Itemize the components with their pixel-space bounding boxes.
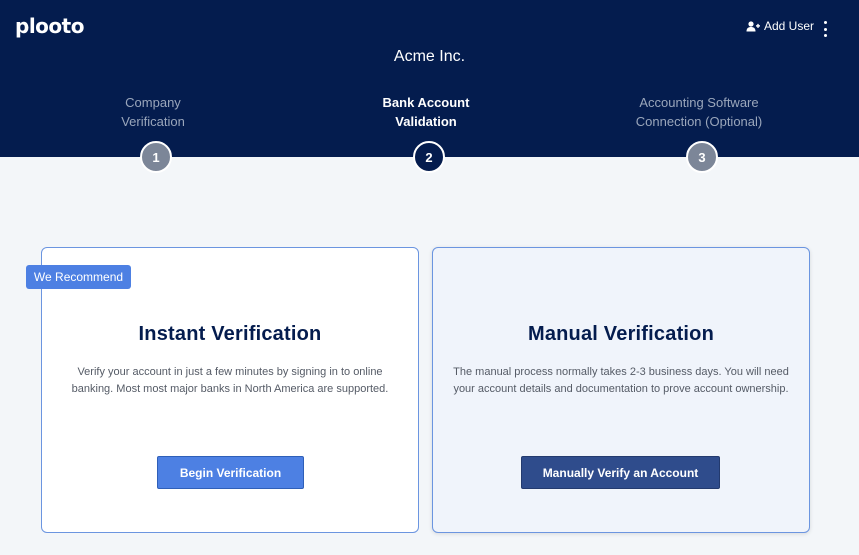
step-1-label: Company Verification (121, 95, 185, 129)
add-user-icon (746, 20, 760, 32)
manual-verification-title: Manual Verification (527, 323, 715, 345)
step-2-indicator: 2 (413, 141, 445, 173)
plooto-logo[interactable]: plooto (15, 14, 84, 38)
kebab-menu-icon[interactable] (818, 18, 832, 40)
company-name: Acme Inc. (393, 48, 466, 65)
top-header: plooto Add User Acme Inc. Company Verifi… (0, 0, 859, 157)
add-user-button[interactable]: Add User (746, 19, 814, 33)
step-3-indicator: 3 (686, 141, 718, 173)
instant-verification-title: Instant Verification (138, 323, 322, 345)
step-3-label: Accounting Software Connection (Optional… (635, 95, 763, 129)
recommend-badge: We Recommend (26, 265, 131, 289)
manual-verification-card: Manual Verification The manual process n… (432, 247, 810, 533)
add-user-label: Add User (764, 19, 815, 33)
step-1-indicator: 1 (140, 141, 172, 173)
manually-verify-button[interactable]: Manually Verify an Account (521, 456, 720, 489)
step-2-label: Bank Account Validation (382, 95, 470, 129)
instant-verification-description: Verify your account in just a few minute… (71, 366, 389, 395)
instant-verification-card: Instant Verification Verify your account… (41, 247, 419, 533)
begin-verification-button[interactable]: Begin Verification (157, 456, 304, 489)
manual-verification-description: The manual process normally takes 2-3 bu… (453, 366, 789, 395)
